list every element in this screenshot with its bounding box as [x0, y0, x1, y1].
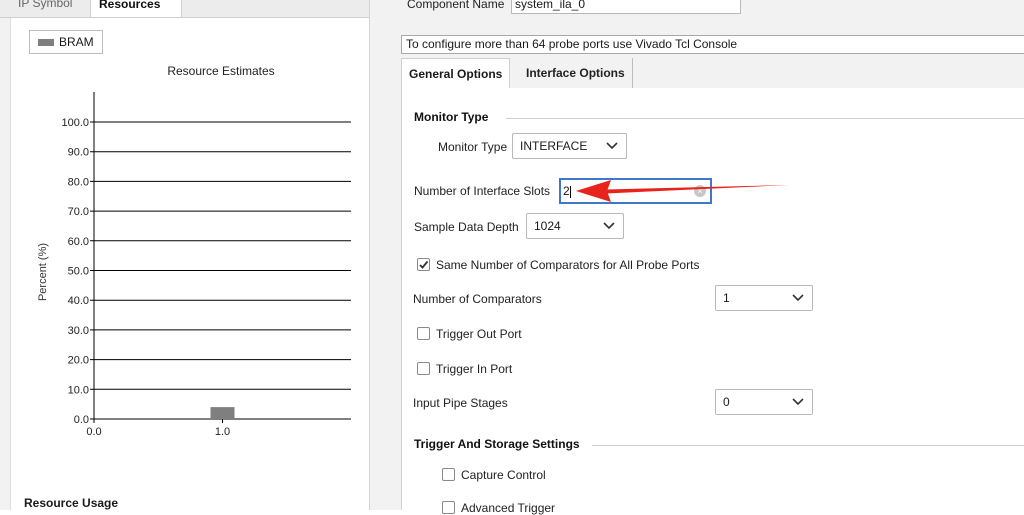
resource-usage-heading: Resource Usage — [24, 496, 119, 510]
tcl-console-note: To configure more than 64 probe ports us… — [401, 35, 1024, 54]
text-cursor — [569, 185, 571, 198]
trigger-in-label: Trigger In Port — [436, 362, 513, 376]
y-tick-label: 80.0 — [68, 176, 89, 188]
y-tick-label: 30.0 — [68, 325, 89, 337]
check-icon — [419, 260, 429, 269]
y-tick-label: 40.0 — [68, 295, 89, 307]
comparators-value: 1 — [723, 291, 730, 305]
y-tick-label: 0.0 — [74, 414, 89, 426]
advanced-trigger-label: Advanced Trigger — [461, 501, 556, 515]
left-panel: IP Symbol Resources 0.0 10.0 20.0 30.0 40.0 5… — [0, 0, 370, 510]
chevron-down-icon — [792, 294, 804, 302]
trigger-storage-section-title: Trigger And Storage Settings — [414, 437, 580, 451]
chevron-down-icon — [792, 398, 804, 406]
y-tick-label: 60.0 — [68, 236, 89, 248]
general-options-content: Monitor Type Monitor Type INTERFACE Numb… — [401, 88, 1024, 515]
monitor-type-section-title: Monitor Type — [414, 110, 489, 124]
advanced-trigger-checkbox[interactable] — [442, 501, 455, 514]
pipe-stages-select[interactable]: 0 — [715, 389, 813, 415]
same-comparators-label: Same Number of Comparators for All Probe… — [436, 258, 700, 272]
trigger-in-checkbox[interactable] — [417, 362, 430, 375]
y-tick-label: 20.0 — [68, 355, 89, 367]
resource-estimates-chart: 0.0 10.0 20.0 30.0 40.0 50.0 60.0 70.0 80.0 90.0 1… — [61, 92, 351, 438]
chart-title: Resource Estimates — [167, 64, 275, 78]
monitor-type-value: INTERFACE — [520, 139, 588, 153]
capture-control-label: Capture Control — [461, 468, 546, 482]
interface-slots-input[interactable]: 2 × — [559, 178, 712, 204]
component-name-label: Component Name — [407, 0, 505, 11]
tab-interface-options[interactable]: Interface Options — [519, 58, 633, 88]
section-divider — [506, 118, 1024, 119]
sample-depth-select[interactable]: 1024 — [526, 213, 624, 239]
y-axis-title: Percent (%) — [37, 242, 49, 302]
y-tick-label: 90.0 — [68, 147, 89, 159]
monitor-type-select[interactable]: INTERFACE — [512, 133, 627, 159]
sample-depth-value: 1024 — [534, 219, 561, 233]
option-tabs: General Options Interface Options — [401, 58, 1024, 89]
legend-swatch-bram — [38, 39, 54, 46]
y-tick-label: 100.0 — [61, 117, 89, 129]
tab-resources[interactable]: Resources — [90, 0, 182, 17]
pipe-stages-label: Input Pipe Stages — [413, 396, 508, 410]
resource-chart-panel: 0.0 10.0 20.0 30.0 40.0 50.0 60.0 70.0 80.0 90.0 1… — [10, 18, 369, 510]
capture-control-checkbox[interactable] — [442, 468, 455, 481]
y-tick-label: 50.0 — [68, 266, 89, 278]
monitor-type-label: Monitor Type — [438, 140, 508, 154]
tab-ip-symbol[interactable]: IP Symbol — [10, 0, 80, 16]
comparators-label: Number of Comparators — [413, 292, 542, 306]
same-comparators-checkbox[interactable] — [417, 258, 430, 271]
interface-slots-label: Number of Interface Slots — [414, 184, 551, 198]
trigger-out-checkbox[interactable] — [417, 327, 430, 340]
chevron-down-icon — [606, 142, 618, 150]
sample-depth-label: Sample Data Depth — [414, 220, 519, 234]
component-name-input[interactable]: system_ila_0 — [511, 0, 741, 14]
section-divider — [592, 445, 1024, 446]
x-tick-label: 0.0 — [86, 426, 101, 438]
pipe-stages-value: 0 — [723, 395, 730, 409]
clear-icon[interactable]: × — [694, 185, 706, 197]
chevron-down-icon — [603, 222, 615, 230]
comparators-select[interactable]: 1 — [715, 285, 813, 311]
chart-legend: BRAM — [29, 30, 103, 54]
interface-slots-value: 2 — [563, 184, 570, 198]
trigger-out-label: Trigger Out Port — [436, 327, 522, 341]
left-tab-strip: IP Symbol Resources — [0, 0, 369, 18]
x-tick-label: 1.0 — [215, 426, 230, 438]
right-panel: Component Name system_ila_0 To configure… — [370, 0, 1024, 515]
y-tick-label: 70.0 — [68, 206, 89, 218]
tab-general-options[interactable]: General Options — [401, 58, 511, 89]
bar-bram — [210, 407, 235, 419]
legend-label-bram: BRAM — [59, 35, 94, 49]
y-tick-label: 10.0 — [68, 384, 89, 396]
